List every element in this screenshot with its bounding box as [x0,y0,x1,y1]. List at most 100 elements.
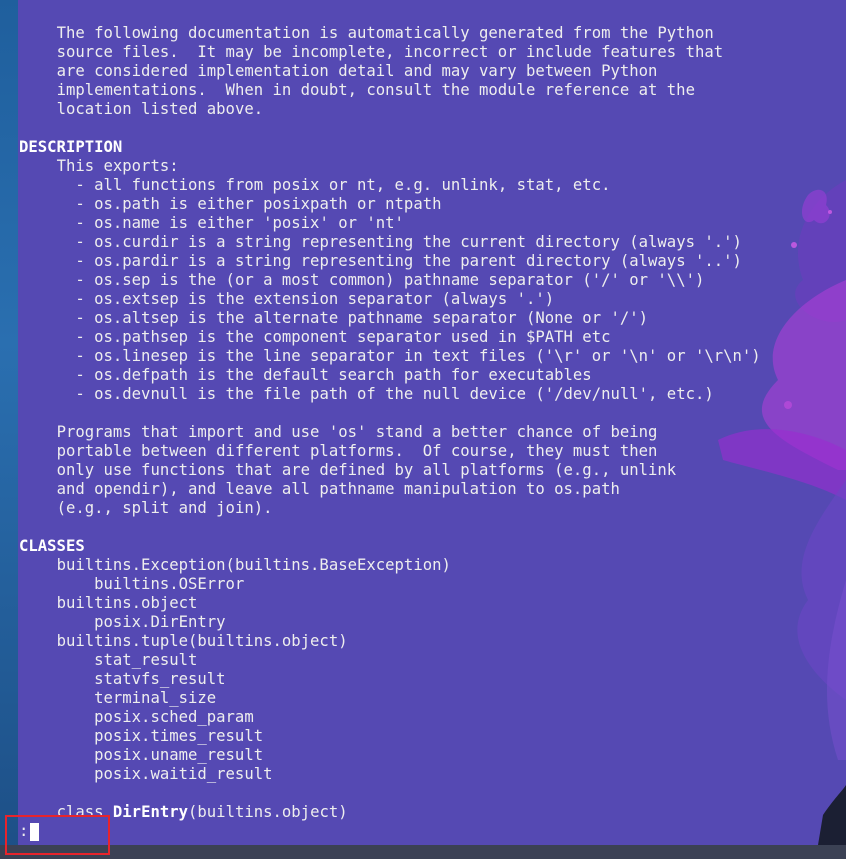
text-line: - os.curdir is a string representing the… [19,233,845,252]
line-text: builtins.OSError [94,575,245,593]
text-line: posix.sched_param [19,708,845,727]
line-text: Programs that import and use 'os' stand … [56,423,658,441]
line-text: DESCRIPTION [19,138,123,156]
line-text: builtins.Exception(builtins.BaseExceptio… [56,556,451,574]
section-heading: CLASSES [19,537,845,556]
line-text: location listed above. [56,100,264,118]
text-line: builtins.tuple(builtins.object) [19,632,845,651]
line-text: (e.g., split and join). [56,499,273,517]
line-text: posix.waitid_result [94,765,273,783]
line-text: - os.extsep is the extension separator (… [75,290,555,308]
class-line-rest: (builtins.object) [188,803,348,821]
taskbar-strip [0,845,846,859]
line-text: builtins.object [56,594,198,612]
text-line: This exports: [19,157,845,176]
line-text: posix.sched_param [94,708,254,726]
text-line: - os.sep is the (or a most common) pathn… [19,271,845,290]
line-text: - os.path is either posixpath or ntpath [75,195,442,213]
terminal-window[interactable]: The following documentation is automatic… [18,0,846,845]
text-line: - os.extsep is the extension separator (… [19,290,845,309]
line-text: stat_result [94,651,198,669]
line-text: statvfs_result [94,670,226,688]
line-text: - os.pardir is a string representing the… [75,252,742,270]
line-text: This exports: [56,157,179,175]
line-text: - os.defpath is the default search path … [75,366,592,384]
class-definition-line: class DirEntry(builtins.object) [19,803,845,822]
text-line: - os.defpath is the default search path … [19,366,845,385]
text-line: - os.linesep is the line separator in te… [19,347,845,366]
line-text: implementations. When in doubt, consult … [56,81,695,99]
class-line-name: DirEntry [112,803,189,821]
text-line: - os.altsep is the alternate pathname se… [19,309,845,328]
text-line: portable between different platforms. Of… [19,442,845,461]
section-heading: DESCRIPTION [19,138,845,157]
line-text: only use functions that are defined by a… [56,461,677,479]
text-line: builtins.Exception(builtins.BaseExceptio… [19,556,845,575]
text-line: source files. It may be incomplete, inco… [19,43,845,62]
highlight-annotation-box [5,815,110,855]
text-line: posix.times_result [19,727,845,746]
line-text: posix.uname_result [94,746,264,764]
text-line: - os.pathsep is the component separator … [19,328,845,347]
text-line: - os.name is either 'posix' or 'nt' [19,214,845,233]
text-line: builtins.object [19,594,845,613]
line-text: - os.curdir is a string representing the… [75,233,742,251]
desktop-background-strip [0,0,18,859]
line-text: The following documentation is automatic… [56,24,714,42]
line-text: terminal_size [94,689,217,707]
text-line: posix.uname_result [19,746,845,765]
text-line: and opendir), and leave all pathname man… [19,480,845,499]
text-line: posix.DirEntry [19,613,845,632]
text-line: (e.g., split and join). [19,499,845,518]
line-text: - all functions from posix or nt, e.g. u… [75,176,611,194]
text-line: implementations. When in doubt, consult … [19,81,845,100]
line-text: - os.linesep is the line separator in te… [75,347,761,365]
text-line: location listed above. [19,100,845,119]
line-text: - os.pathsep is the component separator … [75,328,611,346]
line-text: - os.altsep is the alternate pathname se… [75,309,649,327]
text-line: Programs that import and use 'os' stand … [19,423,845,442]
line-text: portable between different platforms. Of… [56,442,658,460]
text-line: only use functions that are defined by a… [19,461,845,480]
text-line: - all functions from posix or nt, e.g. u… [19,176,845,195]
line-text: are considered implementation detail and… [56,62,658,80]
line-text: - os.sep is the (or a most common) pathn… [75,271,705,289]
line-text: and opendir), and leave all pathname man… [56,480,620,498]
text-line: - os.pardir is a string representing the… [19,252,845,271]
text-line: - os.path is either posixpath or ntpath [19,195,845,214]
line-text: - os.devnull is the file path of the nul… [75,385,714,403]
line-text: builtins.tuple(builtins.object) [56,632,348,650]
